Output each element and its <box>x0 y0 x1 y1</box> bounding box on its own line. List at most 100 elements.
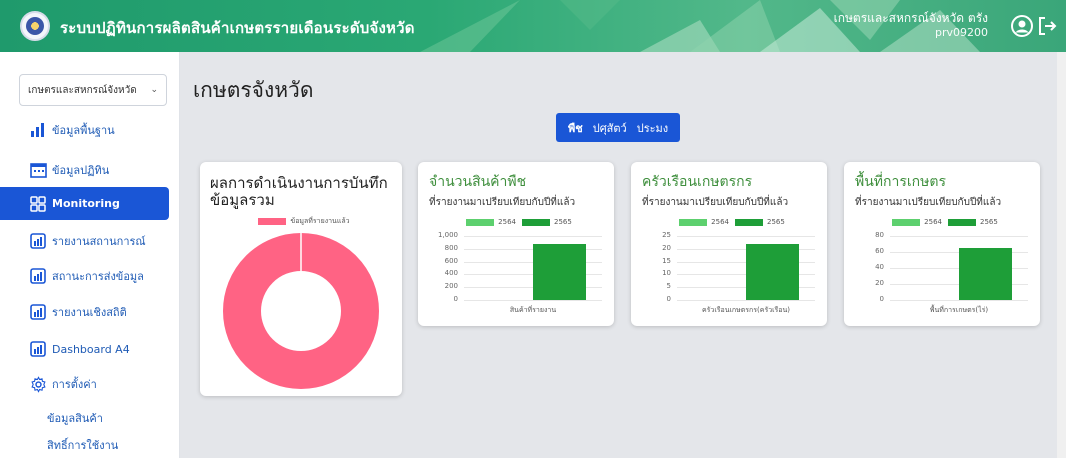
legend-swatch-2564 <box>679 218 708 226</box>
sidebar-item-situation-report[interactable]: รายงานสถานการณ์ <box>0 226 169 256</box>
gridline <box>677 300 815 301</box>
sidebar-item-label: รายงานสถานการณ์ <box>52 235 146 248</box>
y-tick-label: 15 <box>662 256 671 265</box>
farm-area-card: พื้นที่การเกษตร ที่รายงานมาเปรียบเทียบกั… <box>844 162 1040 326</box>
bar-2565[interactable] <box>746 243 799 300</box>
legend-label-2564: 2564 <box>711 218 729 226</box>
legend-swatch-2564 <box>466 218 495 226</box>
y-tick-label: 800 <box>444 243 458 252</box>
y-tick-label: 0 <box>879 295 884 303</box>
y-tick-label: 40 <box>875 263 884 271</box>
summary-title-line1: ผลการดำเนินงานการบันทึก <box>210 174 388 192</box>
households-chart: 25 20 15 10 5 0 ครัวเรือนเกษตรกร(ครัวเรือน) <box>641 231 821 322</box>
y-tick-label: 1,000 <box>437 231 458 239</box>
summary-title-line2: ข้อมูลรวม <box>210 191 275 209</box>
page-scrollbar[interactable] <box>1057 52 1066 458</box>
user-id: prv09200 <box>934 26 988 39</box>
y-tick-label: 10 <box>662 269 671 278</box>
crop-count-subtitle: ที่รายงานมาเปรียบเทียบกับปีที่แล้ว <box>429 197 576 208</box>
households-title: ครัวเรือนเกษตรกร <box>642 174 753 190</box>
y-tick-label: 5 <box>666 282 671 291</box>
grid-icon <box>28 194 48 214</box>
y-tick-label: 0 <box>453 295 458 303</box>
sidebar-subitem-product-data[interactable]: ข้อมูลสินค้า <box>47 409 103 427</box>
farm-area-legend: 2564 2565 <box>844 218 1040 226</box>
households-subtitle: ที่รายงานมาเปรียบเทียบกับปีที่แล้ว <box>642 197 789 208</box>
sidebar-item-submission-status[interactable]: สถานะการส่งข้อมูล <box>0 261 169 291</box>
legend-swatch-2565 <box>948 218 976 226</box>
gridline <box>677 236 815 237</box>
crop-count-legend: 2564 2565 <box>418 218 614 226</box>
category-tabs: พืช ปศุสัตว์ ประมง <box>556 113 681 142</box>
households-legend: 2564 2565 <box>631 218 827 226</box>
sidebar-item-label: Dashboard A4 <box>52 342 130 356</box>
legend-label-reported: ข้อมูลที่รายงานแล้ว <box>290 217 350 225</box>
y-tick-label: 20 <box>875 279 884 287</box>
gridline <box>890 236 1028 237</box>
crop-count-title: จำนวนสินค้าพืช <box>429 174 527 190</box>
y-tick-label: 20 <box>662 243 671 252</box>
sidebar-item-label: ข้อมูลปฏิทิน <box>52 164 110 177</box>
legend-label-2565: 2565 <box>554 218 572 226</box>
farm-area-title: พื้นที่การเกษตร <box>855 174 946 190</box>
user-circle-icon[interactable] <box>1010 14 1034 38</box>
report-icon <box>28 302 48 322</box>
bar-2565[interactable] <box>959 248 1012 300</box>
donut-legend: ข้อมูลที่รายงานแล้ว <box>200 216 402 227</box>
org-select-value: เกษตรและสหกรณ์จังหวัด <box>28 84 137 96</box>
user-org: เกษตรและสหกรณ์จังหวัด ตรัง <box>833 11 988 25</box>
tab-crops[interactable]: พืช <box>563 119 588 137</box>
crop-count-chart: 1,000 800 600 400 200 0 สินค้าที่รายงาน <box>428 231 608 322</box>
x-tick-label: สินค้าที่รายงาน <box>509 306 557 314</box>
y-tick-label: 0 <box>666 295 671 303</box>
org-select[interactable]: เกษตรและสหกรณ์จังหวัด ⌄ <box>19 74 167 106</box>
bar-chart-icon <box>28 120 48 140</box>
sidebar-item-basic-data[interactable]: ข้อมูลพื้นฐาน <box>0 115 169 145</box>
x-tick-label: ครัวเรือนเกษตรกร(ครัวเรือน) <box>701 306 791 314</box>
gridline <box>890 300 1028 301</box>
sidebar-item-label: ข้อมูลพื้นฐาน <box>52 124 115 137</box>
donut-chart <box>223 233 379 389</box>
app-title: ระบบปฏิทินการผลิตสินค้าเกษตรรายเดือนระดั… <box>60 19 415 37</box>
gridline <box>464 300 602 301</box>
legend-swatch-2565 <box>522 218 550 226</box>
calendar-icon <box>28 160 48 180</box>
sidebar-item-label: การตั้งค่า <box>52 378 97 391</box>
sidebar-item-label: Monitoring <box>52 197 120 210</box>
gridline <box>464 236 602 237</box>
tab-livestock[interactable]: ปศุสัตว์ <box>588 119 632 137</box>
farm-area-subtitle: ที่รายงานมาเปรียบเทียบกับปีที่แล้ว <box>855 197 1002 208</box>
summary-card: ผลการดำเนินงานการบันทึก ข้อมูลรวม ข้อมูล… <box>200 162 402 396</box>
legend-swatch-2564 <box>892 218 921 226</box>
x-tick-label: พื้นที่การเกษตร(ไร่) <box>929 306 989 314</box>
sidebar-item-calendar-data[interactable]: ข้อมูลปฏิทิน <box>0 155 169 185</box>
legend-swatch-reported <box>258 218 287 225</box>
sidebar-item-dashboard-a4[interactable]: Dashboard A4 <box>0 334 169 364</box>
sidebar-item-monitoring[interactable]: Monitoring <box>0 187 169 220</box>
gear-icon <box>28 374 48 394</box>
sidebar-item-label: สถานะการส่งข้อมูล <box>52 270 144 283</box>
legend-swatch-2565 <box>735 218 763 226</box>
report-icon <box>28 266 48 286</box>
sidebar-item-statistical-report[interactable]: รายงานเชิงสถิติ <box>0 297 169 327</box>
sidebar-item-settings[interactable]: การตั้งค่า <box>0 369 169 399</box>
y-tick-label: 400 <box>444 269 458 278</box>
report-icon <box>28 339 48 359</box>
app-logo <box>20 11 50 41</box>
legend-label-2564: 2564 <box>498 218 516 226</box>
households-card: ครัวเรือนเกษตรกร ที่รายงานมาเปรียบเทียบก… <box>631 162 827 326</box>
y-tick-label: 80 <box>875 231 884 239</box>
bar-2565[interactable] <box>533 243 586 300</box>
report-icon <box>28 231 48 251</box>
legend-label-2565: 2565 <box>767 218 785 226</box>
sidebar-subitem-permissions[interactable]: สิทธิ์การใช้งาน <box>47 436 118 454</box>
logout-icon[interactable] <box>1035 14 1059 38</box>
y-tick-label: 25 <box>662 231 671 239</box>
sidebar-item-label: รายงานเชิงสถิติ <box>52 306 127 319</box>
farm-area-chart: 80 60 40 20 0 พื้นที่การเกษตร(ไร่) <box>854 231 1034 322</box>
crop-count-card: จำนวนสินค้าพืช ที่รายงานมาเปรียบเทียบกับ… <box>418 162 614 326</box>
y-tick-label: 600 <box>444 256 458 265</box>
top-header: ระบบปฏิทินการผลิตสินค้าเกษตรรายเดือนระดั… <box>0 0 1066 52</box>
y-tick-label: 200 <box>444 282 458 291</box>
tab-fishery[interactable]: ประมง <box>632 119 673 137</box>
